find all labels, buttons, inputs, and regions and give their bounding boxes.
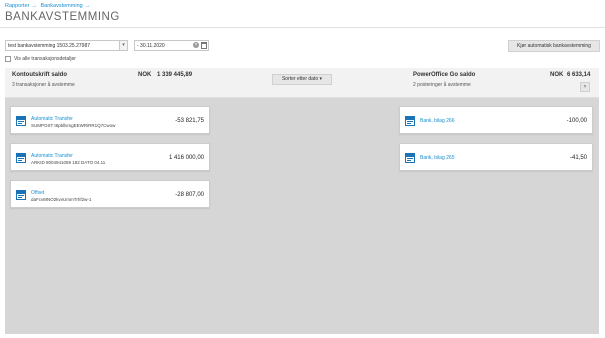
breadcrumb-item-bankavstemming[interactable]: Bankavstemming — [41, 3, 83, 9]
calendar-doc-icon — [16, 153, 26, 163]
show-details-checkbox[interactable] — [5, 56, 11, 62]
transaction-description: daFcvMNO2kvvUmmTrhf2w-1 — [31, 197, 92, 202]
ledger-postings-count: 2 posteringer å avstemme — [413, 82, 471, 88]
posting-title[interactable]: Bank, bilag 265 — [420, 155, 454, 161]
ledger-balance-currency: NOK — [550, 72, 564, 78]
transaction-title[interactable]: Automatic Transfer — [31, 116, 73, 122]
transaction-description: SUMPOST t8pbllvmgEEWRiRR1Q7Cwow — [31, 123, 116, 128]
clear-icon[interactable]: × — [193, 42, 199, 48]
auto-reconcile-button[interactable]: Kjør automatisk bankavstemming — [508, 40, 600, 52]
posting-amount: -41,50 — [569, 155, 587, 161]
bank-balance-title: Kontoutskrift saldo — [12, 72, 67, 78]
sort-by-date-label: Sorter etter dato — [281, 76, 319, 82]
breadcrumb-item-rapporter[interactable]: Rapporter — [5, 3, 29, 9]
ledger-balance-title: PowerOffice Go saldo — [413, 72, 476, 78]
transaction-title[interactable]: Automatic Transfer — [31, 153, 73, 159]
ledger-balance-amount: 6 633,14 — [567, 72, 591, 78]
transaction-description: ARKID 8004941059 182 DATO 04.11 — [31, 160, 106, 165]
breadcrumb-separator: → — [84, 3, 91, 9]
account-select[interactable]: test bankavstemming 1503.25.27987 ▾ — [5, 40, 128, 51]
close-icon[interactable]: × — [580, 82, 590, 92]
transaction-amount: 1 416 000,00 — [168, 155, 204, 161]
posting-amount: -100,00 — [566, 118, 587, 124]
ledger-posting-card[interactable]: Bank, bilag 266 -100,00 — [399, 106, 593, 134]
bank-balance-currency: NOK — [138, 72, 152, 78]
chevron-down-icon: ▾ — [319, 76, 323, 82]
reconciliation-panel: Kontoutskrift saldo 3 transaksjoner å av… — [5, 68, 599, 334]
transaction-title[interactable]: Offset — [31, 190, 44, 196]
bank-transaction-card[interactable]: Automatic Transfer SUMPOST t8pbllvmgEEWR… — [10, 106, 210, 134]
summary-bar: Kontoutskrift saldo 3 transaksjoner å av… — [5, 68, 599, 98]
ledger-posting-card[interactable]: Bank, bilag 265 -41,50 — [399, 143, 593, 171]
account-select-value: test bankavstemming 1503.25.27987 — [8, 43, 90, 49]
transaction-amount: -28 807,00 — [175, 192, 204, 198]
show-details-label[interactable]: Vis alle transaksjonsdetaljer — [14, 56, 76, 62]
calendar-icon[interactable] — [201, 42, 207, 49]
sort-by-date-button[interactable]: Sorter etter dato ▾ — [272, 74, 332, 85]
calendar-doc-icon — [16, 190, 26, 200]
toolbar: test bankavstemming 1503.25.27987 ▾ - 30… — [0, 34, 605, 66]
bank-balance-amount: 1 339 445,89 — [157, 72, 193, 78]
breadcrumb-separator: → — [31, 3, 37, 9]
page-header: Rapporter → Bankavstemming → BANKAVSTEMMIN… — [0, 0, 605, 28]
calendar-doc-icon — [405, 116, 415, 126]
transaction-amount: -53 821,75 — [175, 118, 204, 124]
posting-title[interactable]: Bank, bilag 266 — [420, 118, 454, 124]
breadcrumb: Rapporter → Bankavstemming → — [5, 3, 92, 9]
date-input-value: - 30.11.2020 — [137, 43, 165, 49]
date-input[interactable]: - 30.11.2020 × — [134, 40, 209, 51]
calendar-doc-icon — [16, 116, 26, 126]
page-title: BANKAVSTEMMING — [5, 11, 120, 23]
calendar-doc-icon — [405, 153, 415, 163]
bank-transactions-count: 3 transaksjoner å avstemme — [12, 82, 75, 88]
bank-transaction-card[interactable]: Automatic Transfer ARKID 8004941059 182 … — [10, 143, 210, 171]
chevron-down-icon[interactable]: ▾ — [119, 41, 127, 50]
bank-transaction-card[interactable]: Offset daFcvMNO2kvvUmmTrhf2w-1 -28 807,0… — [10, 180, 210, 208]
